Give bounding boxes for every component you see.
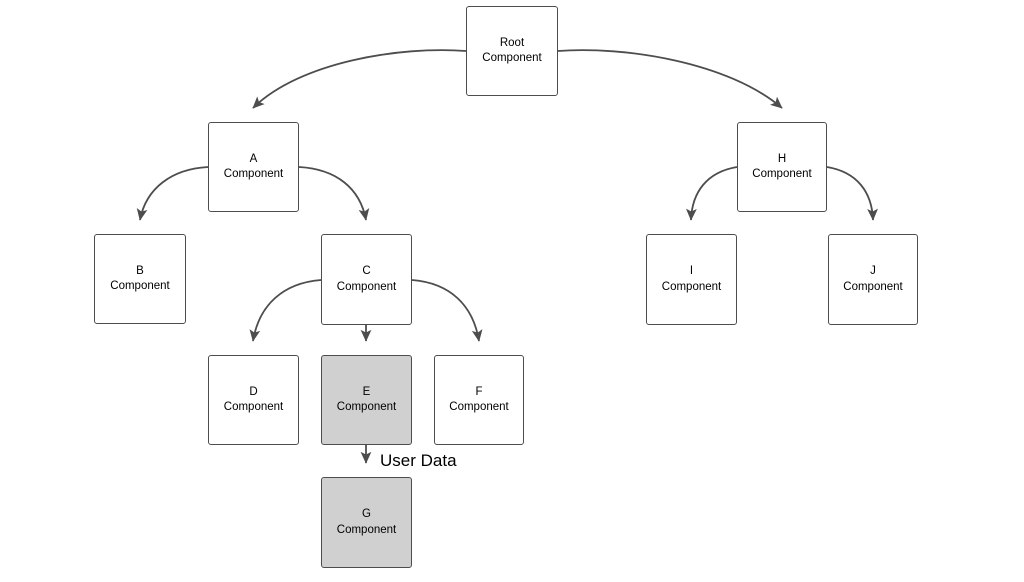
node-a[interactable]: A Component	[208, 122, 299, 212]
node-d-label-line2: Component	[223, 401, 284, 413]
node-b[interactable]: B Component	[94, 234, 186, 324]
node-i-label-line2: Component	[661, 280, 722, 293]
node-j[interactable]: J Component	[828, 234, 918, 325]
node-h-label-line2: Component	[752, 168, 812, 180]
node-a-label-line2: Component	[223, 168, 284, 180]
edge-root-to-a	[252, 49, 467, 109]
node-g-label-line2: Component	[336, 523, 397, 536]
node-e-label-line2: Component	[336, 401, 397, 413]
node-h[interactable]: H Component	[737, 122, 827, 212]
node-g-label-line1: G	[362, 508, 371, 521]
node-j-label-line1: J	[870, 265, 876, 278]
node-root[interactable]: Root Component	[466, 6, 558, 96]
edge-label-user-data: User Data	[380, 451, 457, 470]
node-f-label-line1: F	[475, 385, 483, 398]
edge-c-to-d	[249, 279, 322, 342]
node-b-label-line2: Component	[110, 280, 170, 292]
node-e-label-line1: E	[362, 385, 371, 398]
node-g[interactable]: G Component	[321, 477, 412, 568]
node-f[interactable]: F Component	[434, 355, 524, 445]
node-root-label-line1: Root	[499, 36, 525, 49]
diagram-canvas: Root Component A Component H Component B…	[0, 0, 1024, 582]
node-c-label-line2: Component	[336, 280, 397, 293]
node-e[interactable]: E Component	[321, 355, 412, 445]
node-d-label-line1: D	[249, 385, 258, 398]
node-a-label-line1: A	[249, 152, 258, 165]
edge-a-to-c	[298, 166, 370, 221]
node-c[interactable]: C Component	[321, 234, 412, 325]
node-i[interactable]: I Component	[646, 234, 737, 325]
edge-a-to-b	[136, 166, 209, 221]
node-b-label-line1: B	[136, 264, 144, 277]
edge-h-to-i	[686, 166, 738, 221]
node-h-label-line1: H	[777, 152, 787, 165]
edge-h-to-j	[826, 166, 878, 221]
node-f-label-line2: Component	[449, 401, 509, 413]
node-d[interactable]: D Component	[208, 355, 299, 445]
edge-c-to-f	[411, 279, 483, 342]
node-i-label-line1: I	[689, 265, 694, 278]
node-c-label-line1: C	[362, 265, 371, 278]
node-j-label-line2: Component	[843, 280, 903, 293]
edge-root-to-h	[557, 49, 783, 109]
node-root-label-line2: Component	[482, 52, 542, 64]
